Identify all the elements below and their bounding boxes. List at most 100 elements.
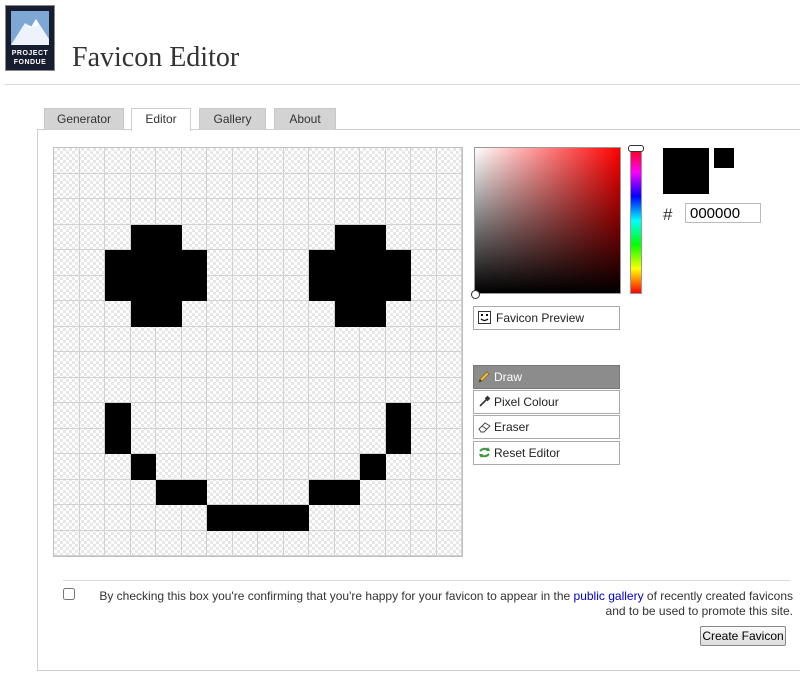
pixel-cell[interactable] <box>283 505 309 531</box>
pixel-cell[interactable] <box>258 454 284 480</box>
pixel-cell[interactable] <box>283 403 309 429</box>
pixel-cell[interactable] <box>436 403 462 429</box>
pixel-cell[interactable] <box>258 224 284 250</box>
pixel-cell[interactable] <box>54 275 80 301</box>
pixel-cell[interactable] <box>54 454 80 480</box>
pixel-cell[interactable] <box>156 377 182 403</box>
hex-color-input[interactable] <box>685 203 761 223</box>
pixel-cell[interactable] <box>258 275 284 301</box>
pixel-cell[interactable] <box>207 505 233 531</box>
pixel-cell[interactable] <box>309 479 335 505</box>
pixel-cell[interactable] <box>181 352 207 378</box>
public-gallery-link[interactable]: public gallery <box>574 589 644 603</box>
favicon-preview-button[interactable]: Favicon Preview <box>473 306 620 330</box>
pixel-cell[interactable] <box>130 224 156 250</box>
pixel-cell[interactable] <box>385 199 411 225</box>
pixel-cell[interactable] <box>411 403 437 429</box>
pixel-cell[interactable] <box>79 479 105 505</box>
pixel-cell[interactable] <box>436 301 462 327</box>
pixel-cell[interactable] <box>181 275 207 301</box>
pixel-cell[interactable] <box>436 199 462 225</box>
pixel-cell[interactable] <box>105 403 131 429</box>
pixel-cell[interactable] <box>334 326 360 352</box>
pixel-cell[interactable] <box>436 250 462 276</box>
pixel-cell[interactable] <box>309 173 335 199</box>
pixel-cell[interactable] <box>181 326 207 352</box>
pixel-cell[interactable] <box>232 428 258 454</box>
color-gradient-picker[interactable] <box>474 147 621 294</box>
pixel-cell[interactable] <box>130 326 156 352</box>
pixel-cell[interactable] <box>411 301 437 327</box>
pixel-cell[interactable] <box>105 352 131 378</box>
pixel-cell[interactable] <box>79 301 105 327</box>
pixel-cell[interactable] <box>54 479 80 505</box>
pixel-cell[interactable] <box>54 352 80 378</box>
pixel-cell[interactable] <box>283 275 309 301</box>
pixel-cell[interactable] <box>105 479 131 505</box>
pixel-cell[interactable] <box>156 326 182 352</box>
pixel-cell[interactable] <box>79 275 105 301</box>
pixel-cell[interactable] <box>334 530 360 556</box>
gallery-consent-checkbox[interactable] <box>63 588 75 600</box>
pixel-cell[interactable] <box>334 301 360 327</box>
pixel-cell[interactable] <box>156 224 182 250</box>
pixel-cell[interactable] <box>207 326 233 352</box>
pixel-cell[interactable] <box>130 505 156 531</box>
pixel-cell[interactable] <box>258 352 284 378</box>
pixel-cell[interactable] <box>360 352 386 378</box>
pixel-cell[interactable] <box>232 377 258 403</box>
pixel-cell[interactable] <box>309 224 335 250</box>
pixel-cell[interactable] <box>105 326 131 352</box>
pixel-cell[interactable] <box>181 250 207 276</box>
reset-editor-button[interactable]: Reset Editor <box>473 441 620 465</box>
pixel-cell[interactable] <box>232 275 258 301</box>
pixel-cell[interactable] <box>411 326 437 352</box>
pixel-cell[interactable] <box>130 479 156 505</box>
pixel-cell[interactable] <box>283 530 309 556</box>
pixel-cell[interactable] <box>436 352 462 378</box>
pixel-cell[interactable] <box>334 479 360 505</box>
tab-editor[interactable]: Editor <box>131 108 191 131</box>
pixel-cell[interactable] <box>207 250 233 276</box>
pixel-cell[interactable] <box>130 530 156 556</box>
pixel-cell[interactable] <box>436 224 462 250</box>
pixel-cell[interactable] <box>283 326 309 352</box>
pixel-cell[interactable] <box>232 250 258 276</box>
pixel-cell[interactable] <box>79 352 105 378</box>
pixel-cell[interactable] <box>156 352 182 378</box>
pixel-cell[interactable] <box>385 403 411 429</box>
pixel-cell[interactable] <box>360 403 386 429</box>
pixel-cell[interactable] <box>258 403 284 429</box>
pixel-cell[interactable] <box>334 403 360 429</box>
draw-tool-button[interactable]: Draw <box>473 365 620 389</box>
pixel-cell[interactable] <box>156 301 182 327</box>
color-picker-handle[interactable] <box>471 290 480 299</box>
pixel-cell[interactable] <box>207 199 233 225</box>
pixel-cell[interactable] <box>181 377 207 403</box>
pixel-cell[interactable] <box>105 454 131 480</box>
pixel-cell[interactable] <box>360 275 386 301</box>
pixel-cell[interactable] <box>258 428 284 454</box>
pixel-cell[interactable] <box>181 148 207 174</box>
pixel-cell[interactable] <box>232 505 258 531</box>
pixel-cell[interactable] <box>232 403 258 429</box>
pixel-cell[interactable] <box>130 275 156 301</box>
pixel-cell[interactable] <box>207 403 233 429</box>
pixel-cell[interactable] <box>79 428 105 454</box>
pixel-cell[interactable] <box>207 301 233 327</box>
pixel-cell[interactable] <box>283 377 309 403</box>
pixel-cell[interactable] <box>385 505 411 531</box>
pixel-cell[interactable] <box>334 199 360 225</box>
pixel-cell[interactable] <box>156 428 182 454</box>
pixel-cell[interactable] <box>334 505 360 531</box>
pixel-cell[interactable] <box>436 530 462 556</box>
create-favicon-button[interactable]: Create Favicon <box>700 626 786 646</box>
pixel-cell[interactable] <box>411 173 437 199</box>
pixel-cell[interactable] <box>411 352 437 378</box>
pixel-cell[interactable] <box>105 173 131 199</box>
pixel-cell[interactable] <box>79 326 105 352</box>
pixel-cell[interactable] <box>207 352 233 378</box>
pixel-cell[interactable] <box>181 199 207 225</box>
pixel-cell[interactable] <box>232 173 258 199</box>
pixel-cell[interactable] <box>181 173 207 199</box>
